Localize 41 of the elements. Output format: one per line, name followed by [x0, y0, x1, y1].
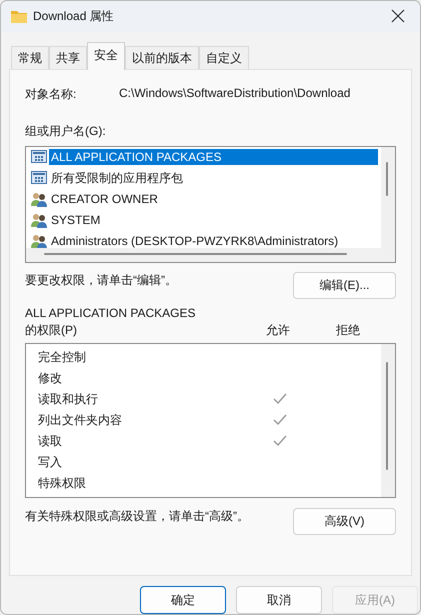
users-icon	[31, 192, 47, 207]
tab[interactable]: 共享	[49, 46, 87, 69]
tab[interactable]: 安全	[87, 42, 125, 70]
tab[interactable]: 自定义	[199, 46, 249, 69]
list-item[interactable]: ALL APPLICATION PACKAGES	[49, 149, 378, 166]
column-header: 允许	[266, 322, 290, 337]
permission-name: 修改	[38, 370, 62, 385]
list-item[interactable]: Administrators (DESKTOP-PWZYRK8\Administrators)	[49, 233, 340, 250]
permission-name: 完全控制	[38, 350, 86, 364]
advanced-button[interactable]: 高级(V)	[293, 508, 396, 535]
object-path: C:\Windows\SoftwareDistribution\Download	[119, 86, 350, 102]
permission-name: 读取	[38, 434, 62, 448]
package-icon	[31, 171, 47, 186]
hint-text: 要更改权限，请单击“编辑”。	[25, 272, 177, 289]
scrollbar[interactable]	[381, 344, 395, 497]
field-label: 对象名称:	[25, 86, 78, 103]
scrollbar[interactable]	[26, 248, 395, 262]
window-title: Download 属性	[33, 8, 115, 25]
users-icon	[31, 212, 47, 228]
close-icon[interactable]	[390, 8, 406, 24]
column-header: 拒绝	[336, 322, 360, 337]
list-item[interactable]: SYSTEM	[49, 212, 102, 228]
package-icon	[31, 150, 47, 164]
permission-name: 列出文件夹内容	[38, 412, 122, 427]
users-icon	[31, 234, 47, 249]
tab[interactable]: 以前的版本	[125, 46, 199, 69]
edit-button[interactable]: 编辑(E)...	[293, 272, 396, 299]
dialog-button[interactable]: 确定	[140, 586, 226, 614]
permission-name: 读取和执行	[38, 392, 98, 406]
list-label: 组或用户名(G):	[25, 122, 107, 140]
list-item[interactable]: 所有受限制的应用程序包	[49, 168, 185, 188]
permissions-title: ALL APPLICATION PACKAGES	[25, 306, 196, 320]
scrollbar[interactable]	[381, 146, 395, 248]
folder-icon	[11, 10, 27, 23]
permission-name: 写入	[38, 454, 62, 469]
dialog-button[interactable]: 取消	[236, 586, 322, 614]
permissions-label: 的权限(P)	[25, 322, 77, 337]
permission-name: 特殊权限	[38, 476, 86, 490]
tab[interactable]: 常规	[11, 46, 49, 69]
list-item[interactable]: CREATOR OWNER	[49, 191, 160, 208]
hint-text: 有关特殊权限或高级设置，请单击“高级”。	[25, 508, 249, 525]
